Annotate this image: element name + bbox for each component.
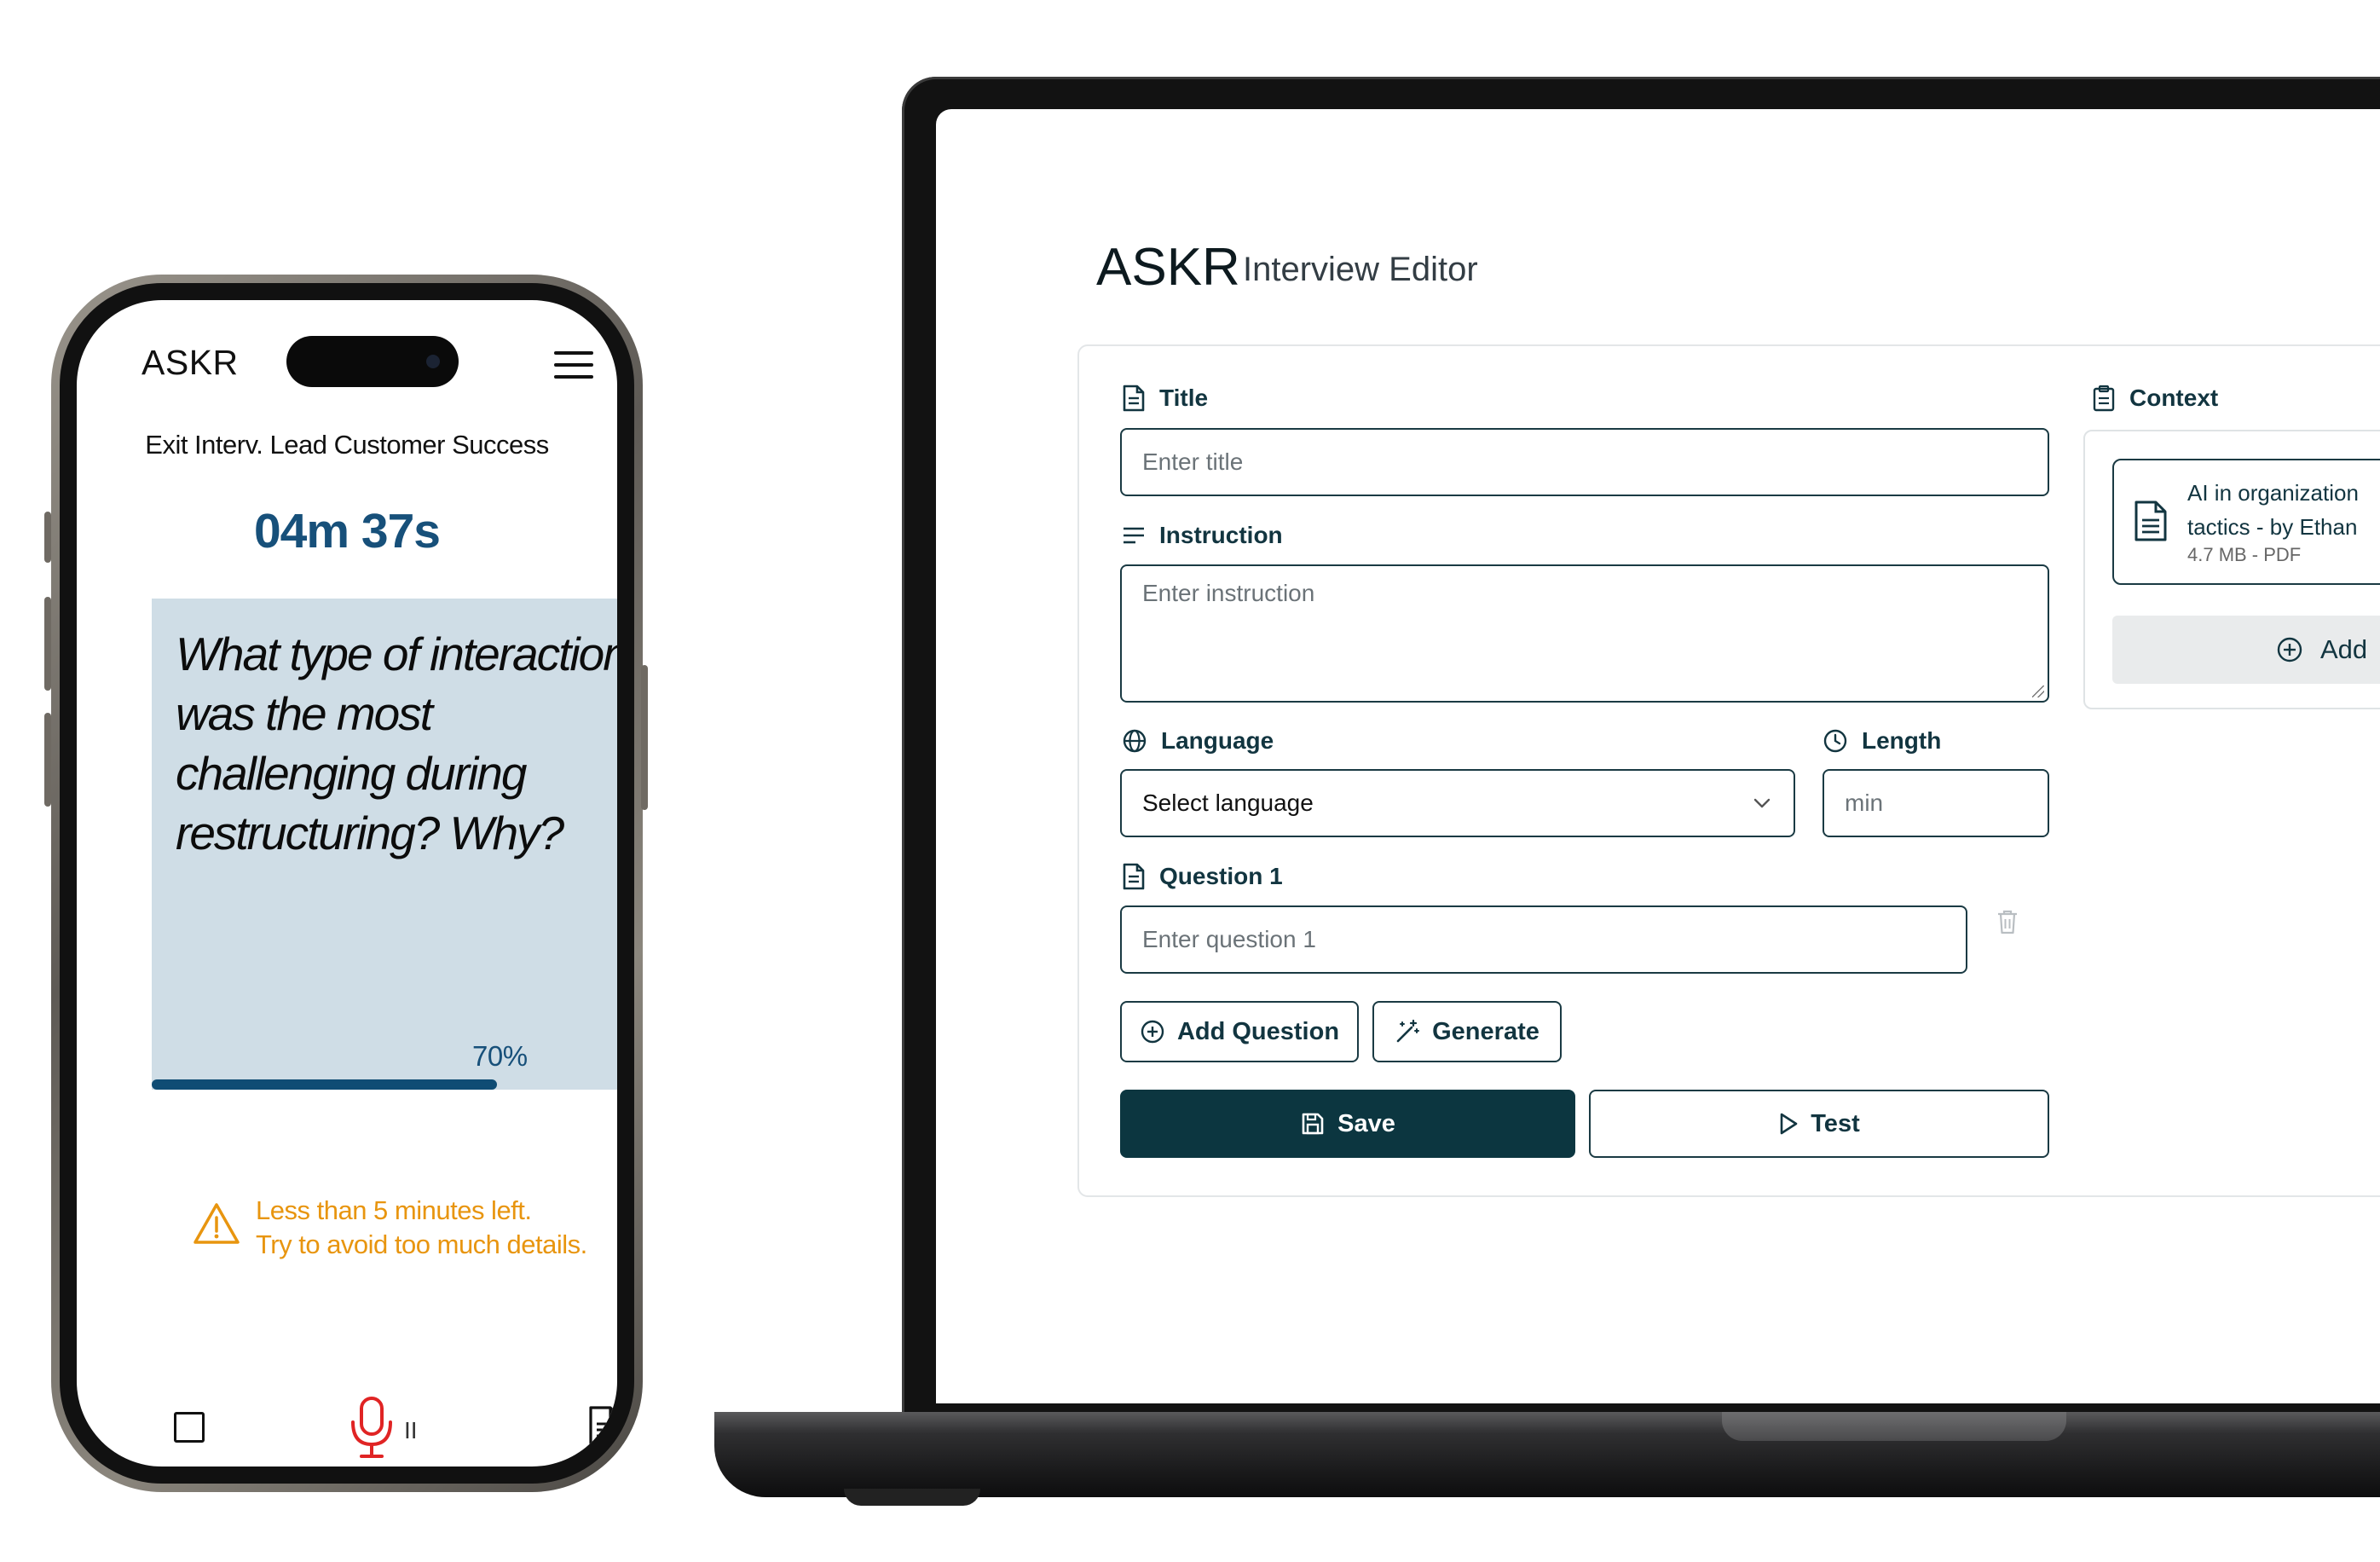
- context-label-text: Context: [2129, 385, 2219, 411]
- context-panel: AI in organization tactics - by Ethan 4.…: [2083, 430, 2380, 709]
- question-card: What type of interaction was the most ch…: [152, 599, 617, 1090]
- length-input[interactable]: min: [1823, 769, 2049, 837]
- phone-power-button: [641, 665, 648, 810]
- microphone-icon[interactable]: [348, 1395, 396, 1460]
- add-question-label: Add Question: [1176, 1017, 1340, 1045]
- stop-icon[interactable]: [174, 1412, 205, 1443]
- align-left-icon: [1124, 527, 1144, 544]
- clipboard-icon: [2093, 385, 2115, 412]
- laptop-hinge-notch: [1722, 1412, 2066, 1441]
- page-title: Interview Editor: [1243, 251, 1478, 288]
- menu-icon[interactable]: [554, 351, 593, 379]
- save-label: Save: [1337, 1109, 1395, 1137]
- length-label-text: Length: [1862, 727, 1942, 754]
- question-text: What type of interaction was the most ch…: [176, 628, 617, 859]
- time-warning: Less than 5 minutes left. Try to avoid t…: [193, 1194, 587, 1262]
- title-label-text: Title: [1159, 385, 1209, 411]
- phone-device: ASKR Exit Interv. Lead Customer Success …: [51, 275, 643, 1492]
- question-1-input[interactable]: Enter question 1: [1120, 905, 1967, 974]
- instruction-label-text: Instruction: [1159, 522, 1283, 548]
- resize-handle[interactable]: [2032, 686, 2044, 697]
- warning-line-1: Less than 5 minutes left.: [256, 1195, 532, 1225]
- document-icon: [1123, 385, 1145, 412]
- context-label: Context: [2092, 385, 2218, 412]
- language-select[interactable]: Select language: [1120, 769, 1795, 837]
- clock-icon: [1823, 729, 1847, 753]
- laptop-foot: [844, 1489, 980, 1506]
- question-placeholder: Enter question 1: [1142, 926, 1316, 952]
- question-label-text: Question 1: [1159, 863, 1283, 889]
- add-context-label: Add: [2320, 634, 2368, 664]
- title-input[interactable]: Enter title: [1120, 428, 2049, 496]
- countdown-timer: 04m 37s: [253, 504, 441, 558]
- laptop-screen: ASKR Interview Editor Title Enter title …: [936, 109, 2380, 1403]
- test-button[interactable]: Test: [1589, 1090, 2049, 1158]
- document-icon: [1123, 863, 1145, 890]
- plus-circle-icon: [2277, 637, 2302, 662]
- pause-indicator: II: [404, 1417, 418, 1443]
- phone-screen: ASKR Exit Interv. Lead Customer Success …: [77, 300, 617, 1467]
- context-file-name-line2: tactics - by Ethan: [2187, 514, 2358, 540]
- progress-fill: [152, 1079, 497, 1090]
- play-icon: [1780, 1113, 1798, 1135]
- globe-icon: [1123, 729, 1147, 753]
- chevron-down-icon: [1753, 798, 1771, 808]
- document-icon[interactable]: [588, 1405, 617, 1446]
- laptop-base: [714, 1412, 2380, 1497]
- instruction-label: Instruction: [1122, 522, 1283, 549]
- generate-label: Generate: [1432, 1017, 1539, 1045]
- instruction-placeholder: Enter instruction: [1142, 580, 1315, 606]
- title-placeholder: Enter title: [1142, 448, 1244, 475]
- stage: ASKR Exit Interv. Lead Customer Success …: [0, 0, 2380, 1562]
- length-placeholder: min: [1845, 790, 1884, 816]
- editor-logo: ASKR: [1096, 238, 1240, 297]
- title-label: Title: [1122, 385, 1208, 412]
- file-icon: [2134, 500, 2167, 541]
- add-question-button[interactable]: Add Question: [1120, 1001, 1359, 1062]
- test-label: Test: [1811, 1109, 1860, 1137]
- context-file-name-line1: AI in organization: [2187, 480, 2359, 506]
- language-label: Language: [1122, 727, 1274, 755]
- plus-circle-icon: [1141, 1020, 1164, 1044]
- progress-label: 70%: [472, 1040, 528, 1072]
- interview-title: Exit Interv. Lead Customer Success: [145, 430, 549, 460]
- save-icon: [1302, 1113, 1324, 1135]
- phone-volume-down: [44, 713, 51, 807]
- context-file-meta: 4.7 MB - PDF: [2187, 544, 2302, 565]
- context-file-name: AI in organization tactics - by Ethan: [2187, 476, 2359, 544]
- context-file-card[interactable]: AI in organization tactics - by Ethan 4.…: [2112, 459, 2380, 585]
- language-label-text: Language: [1161, 727, 1274, 754]
- warning-line-2: Try to avoid too much details.: [256, 1229, 587, 1259]
- dynamic-island: [286, 336, 459, 387]
- question-label: Question 1: [1122, 863, 1283, 890]
- phone-side-button: [44, 512, 51, 563]
- instruction-textarea[interactable]: Enter instruction: [1120, 564, 2049, 703]
- save-button[interactable]: Save: [1120, 1090, 1575, 1158]
- progress-track: [152, 1079, 617, 1090]
- generate-button[interactable]: Generate: [1372, 1001, 1562, 1062]
- phone-volume-up: [44, 597, 51, 691]
- language-value: Select language: [1142, 790, 1314, 816]
- add-context-button[interactable]: Add: [2112, 616, 2380, 684]
- warning-icon: [194, 1203, 240, 1244]
- trash-icon[interactable]: [1996, 909, 2019, 934]
- magic-wand-icon: [1396, 1019, 1420, 1043]
- length-label: Length: [1823, 727, 1941, 755]
- phone-logo: ASKR: [142, 343, 239, 382]
